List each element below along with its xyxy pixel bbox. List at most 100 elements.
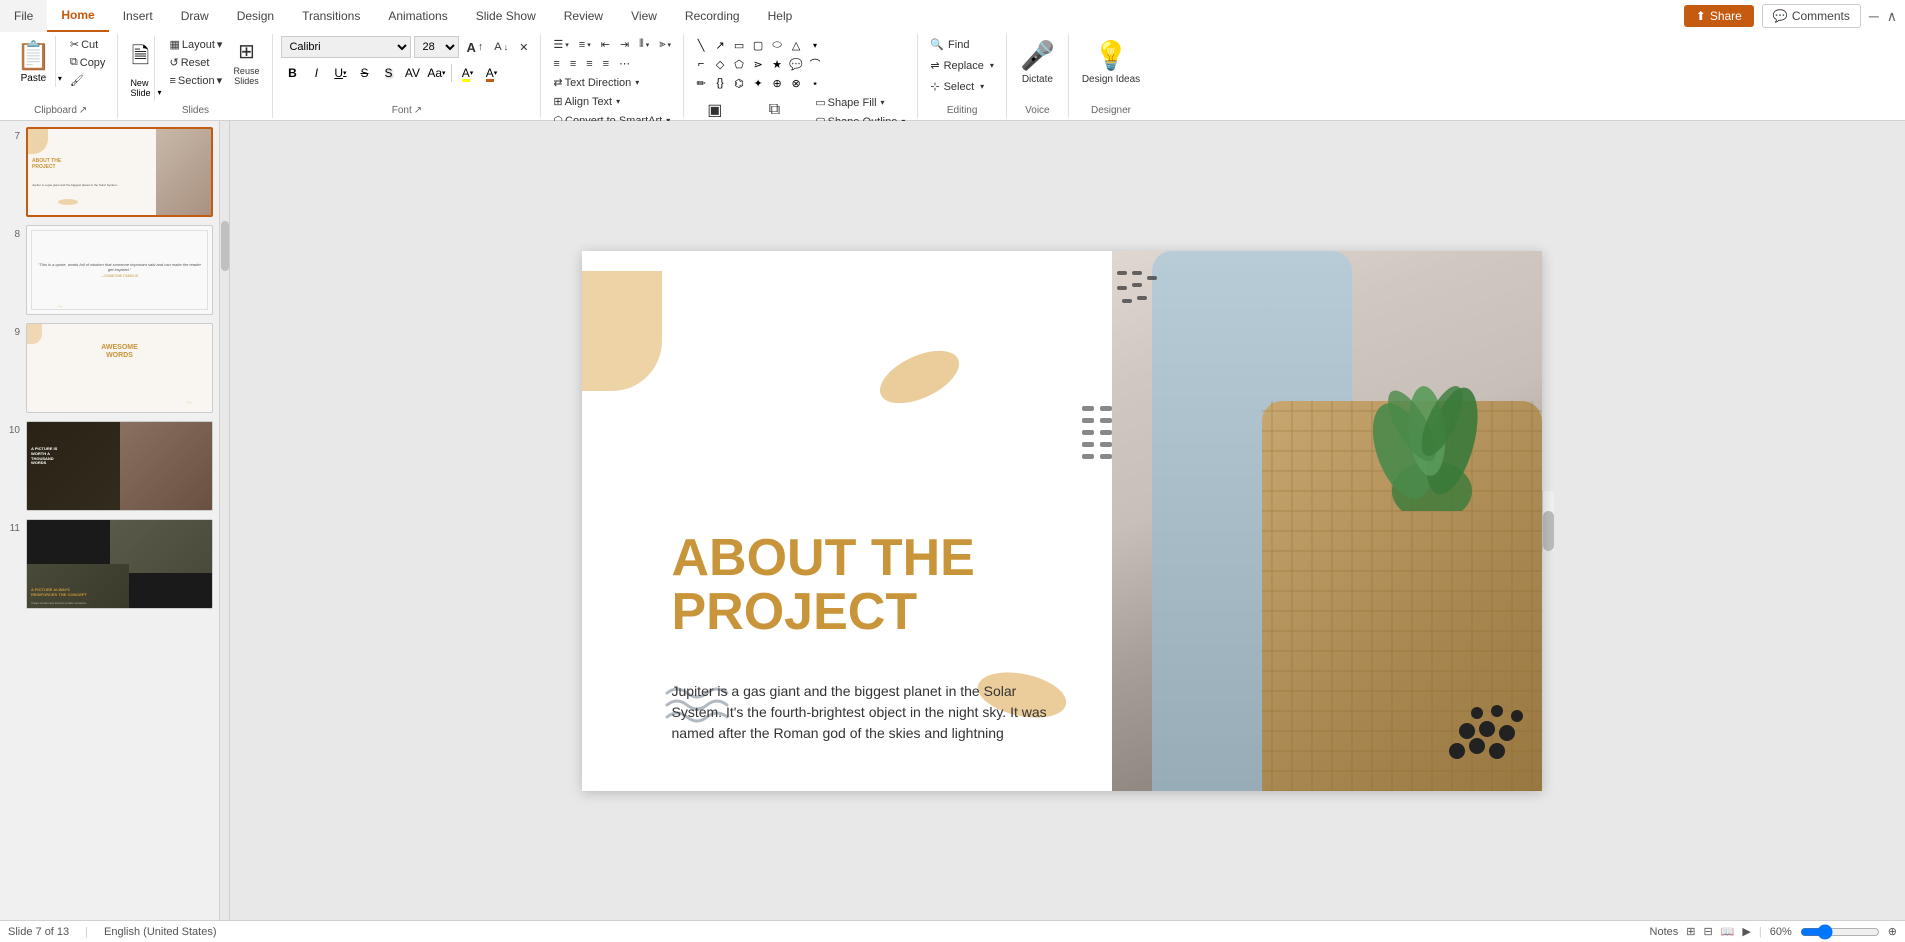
tab-file[interactable]: File	[0, 0, 47, 32]
view-slideshow-icon[interactable]: ▶	[1742, 925, 1750, 938]
cut-button[interactable]: ✂ Cut	[66, 36, 110, 53]
font-color-button[interactable]: A ▾	[480, 62, 502, 84]
comments-button[interactable]: 💬 Comments	[1762, 4, 1861, 28]
tab-recording[interactable]: Recording	[671, 0, 754, 32]
shape-brace[interactable]: ⌬	[730, 74, 748, 92]
font-size-select[interactable]: 28	[414, 36, 459, 58]
slide-thumbnail-10[interactable]: 10 A PICTURE ISWORTH ATHOUSANDWORDS	[4, 419, 215, 513]
numbered-list-button[interactable]: ≡▾	[575, 37, 595, 53]
section-button[interactable]: ≡ Section ▾	[165, 72, 226, 89]
indent-dec-button[interactable]: ⇤	[597, 36, 614, 53]
font-size-down-button[interactable]: A↓	[490, 39, 512, 55]
tab-animations[interactable]: Animations	[374, 0, 461, 32]
shape-fill-button[interactable]: ▭ Shape Fill	[811, 94, 909, 111]
shape-misc4[interactable]: ⋆	[806, 74, 824, 92]
font-size-up-button[interactable]: A↑	[462, 38, 487, 57]
highlight-button[interactable]: A ▾	[456, 62, 478, 84]
font-family-select[interactable]: Calibri	[281, 36, 411, 58]
tab-help[interactable]: Help	[754, 0, 807, 32]
shape-freeform[interactable]: ✏	[692, 74, 710, 92]
slide-canvas[interactable]: ABOUT THE PROJECT Jupiter is a gas giant…	[582, 251, 1542, 791]
slide-thumb-img-7[interactable]: ABOUT THEPROJECT Jupiter is a gas giant …	[26, 127, 213, 217]
align-text-button[interactable]: ⊞ Align Text	[549, 93, 624, 110]
italic-button[interactable]: I	[305, 62, 327, 84]
find-button[interactable]: 🔍 Find	[926, 36, 973, 53]
align-center-button[interactable]: ≡	[566, 56, 580, 72]
bullets-button[interactable]: ☰▾	[549, 36, 572, 53]
slide-thumbnail-8[interactable]: 8 "This is a quote, words full of wisdom…	[4, 223, 215, 317]
slide-thumb-img-8[interactable]: "This is a quote, words full of wisdom t…	[26, 225, 213, 315]
select-button[interactable]: ⊹ Select	[926, 78, 988, 95]
shape-star[interactable]: ★	[768, 55, 786, 73]
ribbon-collapse-icon[interactable]: ∧	[1887, 8, 1897, 25]
canvas-scrollbar-thumb[interactable]	[1543, 511, 1554, 551]
strikethrough-button[interactable]: S	[353, 62, 375, 84]
tab-slideshow[interactable]: Slide Show	[462, 0, 550, 32]
format-painter-button[interactable]: 🖌	[66, 72, 110, 89]
shape-chevron[interactable]: ⋗	[749, 55, 767, 73]
slide-body[interactable]: Jupiter is a gas giant and the biggest p…	[672, 681, 1052, 744]
slide-title[interactable]: ABOUT THE PROJECT	[672, 531, 1052, 640]
share-button[interactable]: ⬆ Share	[1684, 5, 1754, 27]
bold-button[interactable]: B	[281, 62, 303, 84]
font-expand-icon[interactable]: ↗	[414, 105, 422, 116]
shape-right-angle[interactable]: ⌐	[692, 55, 710, 73]
shape-bracket[interactable]: {}	[711, 74, 729, 92]
zoom-fit-icon[interactable]: ⊕	[1888, 925, 1897, 938]
shape-callout[interactable]: 💬	[787, 55, 805, 73]
shape-curve[interactable]: ⌒	[806, 55, 824, 73]
reuse-slides-button[interactable]: ⊞ ReuseSlides	[228, 36, 264, 89]
zoom-slider[interactable]	[1800, 925, 1880, 939]
reset-button[interactable]: ↺ Reset	[165, 54, 226, 71]
shapes-more-arrow[interactable]: ▾	[806, 36, 824, 54]
minimize-icon[interactable]: ─	[1869, 8, 1879, 24]
slide-thumbnail-9[interactable]: 9 AWESOMEWORDS 〜	[4, 321, 215, 415]
dictate-button[interactable]: 🎤 Dictate	[1015, 36, 1060, 88]
underline-button[interactable]: U▾	[329, 62, 351, 84]
indent-inc-button[interactable]: ⇥	[616, 36, 633, 53]
tab-view[interactable]: View	[617, 0, 671, 32]
paste-button[interactable]: 📋 Paste	[12, 36, 55, 87]
canvas-scrollbar[interactable]	[1542, 491, 1554, 551]
tab-insert[interactable]: Insert	[109, 0, 167, 32]
new-slide-arrow[interactable]: ▾	[154, 36, 163, 101]
copy-button[interactable]: ⧉ Copy	[66, 54, 110, 71]
notes-button[interactable]: Notes	[1650, 926, 1679, 938]
slide-panel-scrollbar[interactable]	[220, 121, 230, 920]
shape-triangle[interactable]: △	[787, 36, 805, 54]
replace-button[interactable]: ⇌ Replace	[926, 57, 998, 74]
more-para-button[interactable]: ⋯	[615, 55, 634, 72]
shape-oval[interactable]: ⬭	[768, 36, 786, 54]
shape-misc1[interactable]: ✦	[749, 74, 767, 92]
slide-panel-scrollbar-thumb[interactable]	[221, 221, 229, 271]
shape-diamond[interactable]: ◇	[711, 55, 729, 73]
tab-review[interactable]: Review	[550, 0, 617, 32]
slide-thumbnail-11[interactable]: 11 A PICTURE ALWAYSREINFORCES THE CONCEP…	[4, 517, 215, 611]
line-spacing-button[interactable]: ⫴▾	[635, 36, 653, 53]
clear-format-button[interactable]: ✕	[515, 39, 532, 56]
view-reading-icon[interactable]: 📖	[1721, 925, 1735, 938]
align-right-button[interactable]: ≡	[582, 56, 596, 72]
paste-dropdown-arrow[interactable]: ▾	[55, 36, 64, 87]
slide-thumb-img-10[interactable]: A PICTURE ISWORTH ATHOUSANDWORDS	[26, 421, 213, 511]
align-left-button[interactable]: ≡	[549, 56, 563, 72]
tab-design[interactable]: Design	[223, 0, 288, 32]
change-case-button[interactable]: Aa▾	[425, 62, 447, 84]
justify-button[interactable]: ≡	[599, 56, 613, 72]
shape-arrow-line[interactable]: ↗	[711, 36, 729, 54]
tab-transitions[interactable]: Transitions	[288, 0, 374, 32]
shape-line[interactable]: ╲	[692, 36, 710, 54]
layout-button[interactable]: ▦ Layout ▾	[165, 36, 226, 53]
view-normal-icon[interactable]: ⊞	[1686, 925, 1695, 938]
character-spacing-button[interactable]: AV	[401, 62, 423, 84]
clipboard-expand-icon[interactable]: ↗	[79, 105, 87, 116]
text-direction-button[interactable]: ⇄ Text Direction	[549, 74, 643, 91]
slide-thumbnail-7[interactable]: 7 ABOUT THEPROJECT Jupiter is a gas gian…	[4, 125, 215, 219]
shape-misc3[interactable]: ⊗	[787, 74, 805, 92]
columns-button[interactable]: ⫸▾	[655, 36, 675, 53]
view-slide-sorter-icon[interactable]: ⊟	[1704, 925, 1713, 938]
tab-home[interactable]: Home	[47, 0, 108, 32]
shape-misc2[interactable]: ⊕	[768, 74, 786, 92]
design-ideas-button[interactable]: 💡 Design Ideas	[1077, 36, 1145, 88]
shadow-button[interactable]: S	[377, 62, 399, 84]
